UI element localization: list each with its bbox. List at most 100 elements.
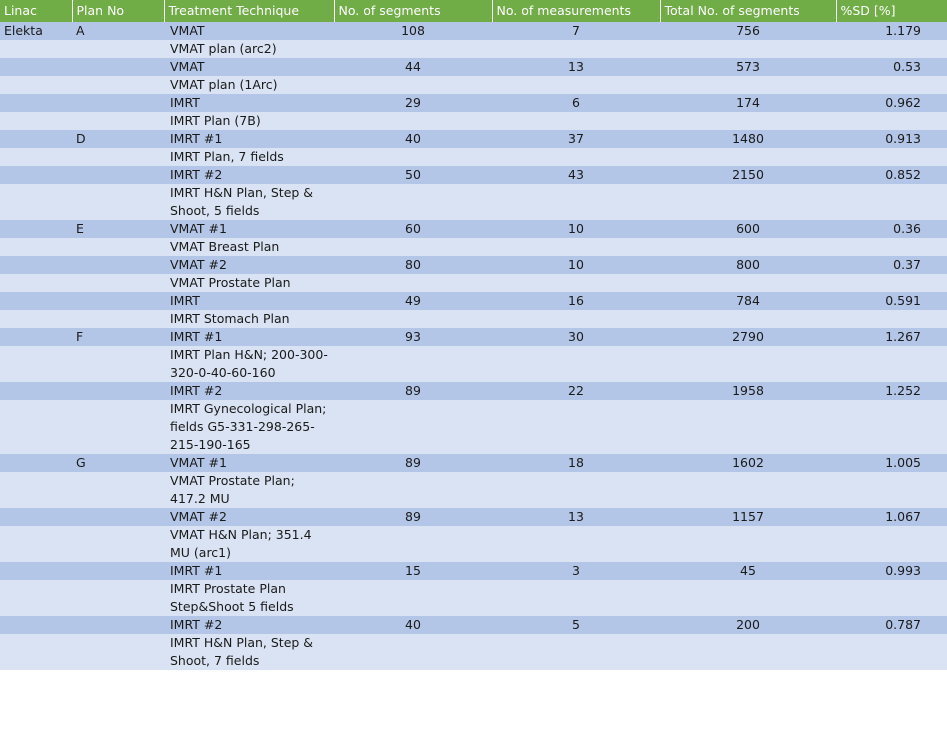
cell-plan-no (72, 94, 164, 112)
cell-linac (0, 148, 72, 166)
cell-plan-no: E (72, 220, 164, 238)
cell-no-of-measurements (492, 634, 660, 670)
cell-sd-percent: 1.252 (836, 382, 947, 400)
table-header-row: Linac Plan No Treatment Technique No. of… (0, 0, 947, 22)
cell-no-of-segments: 89 (334, 382, 492, 400)
table-row: IMRT Prostate Plan Step&Shoot 5 fields (0, 580, 947, 616)
cell-plan-no (72, 238, 164, 256)
cell-sd-percent: 0.591 (836, 292, 947, 310)
cell-total-no-of-segments: 1480 (660, 130, 836, 148)
cell-no-of-segments: 29 (334, 94, 492, 112)
table-row: G VMAT #1 89 18 1602 1.005 (0, 454, 947, 472)
cell-treatment-technique: IMRT Plan (7B) (164, 112, 334, 130)
cell-plan-no (72, 634, 164, 670)
cell-no-of-measurements (492, 184, 660, 220)
table-row: F IMRT #1 93 30 2790 1.267 (0, 328, 947, 346)
cell-no-of-segments (334, 148, 492, 166)
cell-treatment-technique: VMAT H&N Plan; 351.4 MU (arc1) (164, 526, 334, 562)
cell-no-of-segments: 44 (334, 58, 492, 76)
table-row: IMRT Gynecological Plan; fields G5-331-2… (0, 400, 947, 454)
table-row: D IMRT #1 40 37 1480 0.913 (0, 130, 947, 148)
cell-total-no-of-segments: 1602 (660, 454, 836, 472)
cell-treatment-technique: IMRT Prostate Plan Step&Shoot 5 fields (164, 580, 334, 616)
cell-no-of-segments (334, 526, 492, 562)
cell-plan-no (72, 346, 164, 382)
header-treatment-technique: Treatment Technique (164, 0, 335, 22)
cell-linac: Elekta (0, 22, 72, 40)
cell-no-of-measurements: 13 (492, 508, 660, 526)
cell-sd-percent: 0.962 (836, 94, 947, 112)
cell-sd-percent (836, 184, 947, 220)
cell-total-no-of-segments: 600 (660, 220, 836, 238)
cell-plan-no (72, 292, 164, 310)
cell-no-of-measurements: 6 (492, 94, 660, 112)
cell-no-of-segments: 15 (334, 562, 492, 580)
table-row: IMRT H&N Plan, Step & Shoot, 7 fields (0, 634, 947, 670)
cell-treatment-technique: IMRT #2 (164, 166, 334, 184)
cell-treatment-technique: IMRT #2 (164, 382, 334, 400)
cell-linac (0, 256, 72, 274)
cell-sd-percent: 1.267 (836, 328, 947, 346)
cell-linac (0, 58, 72, 76)
cell-total-no-of-segments: 756 (660, 22, 836, 40)
cell-treatment-technique: IMRT #1 (164, 562, 334, 580)
header-no-of-measurements: No. of measurements (492, 0, 661, 22)
cell-plan-no (72, 472, 164, 508)
cell-no-of-measurements (492, 112, 660, 130)
cell-linac (0, 400, 72, 454)
table-row: VMAT Prostate Plan; 417.2 MU (0, 472, 947, 508)
cell-total-no-of-segments (660, 634, 836, 670)
cell-plan-no: A (72, 22, 164, 40)
cell-linac (0, 76, 72, 94)
cell-no-of-measurements (492, 526, 660, 562)
cell-no-of-measurements (492, 310, 660, 328)
cell-treatment-technique: IMRT #2 (164, 616, 334, 634)
cell-plan-no: G (72, 454, 164, 472)
cell-plan-no (72, 508, 164, 526)
cell-plan-no (72, 76, 164, 94)
table-row: IMRT 49 16 784 0.591 (0, 292, 947, 310)
cell-total-no-of-segments (660, 238, 836, 256)
cell-sd-percent (836, 346, 947, 382)
cell-treatment-technique: VMAT plan (arc2) (164, 40, 334, 58)
cell-total-no-of-segments (660, 472, 836, 508)
cell-no-of-measurements: 30 (492, 328, 660, 346)
cell-linac (0, 292, 72, 310)
cell-sd-percent (836, 40, 947, 58)
cell-plan-no (72, 580, 164, 616)
cell-sd-percent: 1.067 (836, 508, 947, 526)
table-row: Elekta A VMAT 108 7 756 1.179 (0, 22, 947, 40)
cell-sd-percent (836, 112, 947, 130)
cell-total-no-of-segments (660, 274, 836, 292)
cell-total-no-of-segments: 1157 (660, 508, 836, 526)
cell-sd-percent: 0.852 (836, 166, 947, 184)
cell-sd-percent (836, 400, 947, 454)
cell-linac (0, 454, 72, 472)
cell-sd-percent: 0.36 (836, 220, 947, 238)
cell-no-of-segments (334, 310, 492, 328)
cell-no-of-measurements: 3 (492, 562, 660, 580)
header-no-of-segments: No. of segments (334, 0, 493, 22)
table-row: VMAT plan (arc2) (0, 40, 947, 58)
cell-no-of-segments (334, 238, 492, 256)
cell-treatment-technique: VMAT (164, 58, 334, 76)
cell-no-of-measurements: 13 (492, 58, 660, 76)
cell-no-of-measurements (492, 148, 660, 166)
cell-no-of-measurements (492, 40, 660, 58)
cell-plan-no (72, 58, 164, 76)
cell-linac (0, 130, 72, 148)
cell-no-of-segments (334, 274, 492, 292)
header-linac: Linac (0, 0, 73, 22)
cell-no-of-segments: 60 (334, 220, 492, 238)
cell-treatment-technique: VMAT (164, 22, 334, 40)
cell-plan-no (72, 112, 164, 130)
cell-no-of-segments (334, 346, 492, 382)
cell-treatment-technique: VMAT Breast Plan (164, 238, 334, 256)
cell-plan-no (72, 148, 164, 166)
cell-total-no-of-segments (660, 184, 836, 220)
cell-sd-percent: 0.993 (836, 562, 947, 580)
cell-total-no-of-segments: 784 (660, 292, 836, 310)
cell-treatment-technique: VMAT plan (1Arc) (164, 76, 334, 94)
cell-total-no-of-segments: 2150 (660, 166, 836, 184)
cell-no-of-measurements: 43 (492, 166, 660, 184)
